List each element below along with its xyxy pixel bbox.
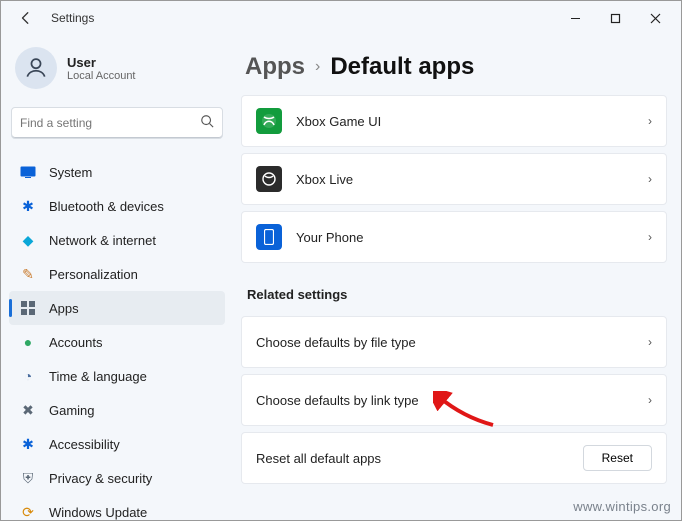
sidebar-item-gaming[interactable]: ✖ Gaming bbox=[9, 393, 225, 427]
app-row-xbox-live[interactable]: Xbox Live › bbox=[241, 153, 667, 205]
chevron-right-icon: › bbox=[648, 172, 652, 186]
minimize-button[interactable] bbox=[555, 4, 595, 32]
app-label: Xbox Live bbox=[296, 172, 648, 187]
sidebar-item-label: Network & internet bbox=[49, 233, 156, 248]
user-account-type: Local Account bbox=[67, 70, 136, 82]
sidebar-item-accounts[interactable]: ● Accounts bbox=[9, 325, 225, 359]
chevron-right-icon: › bbox=[648, 335, 652, 349]
page-title: Default apps bbox=[330, 53, 474, 81]
sidebar-item-bluetooth[interactable]: ✱ Bluetooth & devices bbox=[9, 189, 225, 223]
xbox-icon bbox=[256, 108, 282, 134]
sidebar-item-personalization[interactable]: ✎ Personalization bbox=[9, 257, 225, 291]
related-row-defaults-by-file-type[interactable]: Choose defaults by file type › bbox=[241, 316, 667, 368]
window-title: Settings bbox=[51, 11, 94, 25]
sidebar-item-network[interactable]: ◆ Network & internet bbox=[9, 223, 225, 257]
sidebar-item-system[interactable]: System bbox=[9, 155, 225, 189]
app-row-your-phone[interactable]: Your Phone › bbox=[241, 211, 667, 263]
sidebar-item-apps[interactable]: Apps bbox=[9, 291, 225, 325]
reset-button[interactable]: Reset bbox=[583, 445, 652, 471]
avatar bbox=[15, 47, 57, 89]
sidebar: User Local Account System ✱ Bluetooth & … bbox=[1, 35, 233, 520]
sidebar-item-label: Accessibility bbox=[49, 437, 120, 452]
sidebar-item-label: Privacy & security bbox=[49, 471, 152, 486]
sidebar-item-label: Time & language bbox=[49, 369, 147, 384]
personalization-icon: ✎ bbox=[19, 265, 37, 283]
chevron-right-icon: › bbox=[648, 114, 652, 128]
sidebar-item-privacy[interactable]: ⛨ Privacy & security bbox=[9, 461, 225, 495]
sidebar-item-update[interactable]: ⟳ Windows Update bbox=[9, 495, 225, 520]
accessibility-icon: ✱ bbox=[19, 435, 37, 453]
sidebar-item-label: Personalization bbox=[49, 267, 138, 282]
related-row-defaults-by-link-type[interactable]: Choose defaults by link type › bbox=[241, 374, 667, 426]
app-label: Your Phone bbox=[296, 230, 648, 245]
nav-list: System ✱ Bluetooth & devices ◆ Network &… bbox=[9, 155, 225, 520]
sidebar-item-label: Accounts bbox=[49, 335, 102, 350]
user-block[interactable]: User Local Account bbox=[9, 41, 225, 107]
time-icon: ◔ bbox=[19, 367, 37, 385]
network-icon: ◆ bbox=[19, 231, 37, 249]
system-icon bbox=[19, 163, 37, 181]
sidebar-item-label: Gaming bbox=[49, 403, 95, 418]
related-label: Choose defaults by file type bbox=[256, 335, 648, 350]
back-button[interactable] bbox=[15, 7, 37, 29]
search-box[interactable] bbox=[11, 107, 223, 139]
maximize-button[interactable] bbox=[595, 4, 635, 32]
chevron-right-icon: › bbox=[648, 230, 652, 244]
sidebar-item-label: Windows Update bbox=[49, 505, 147, 520]
sidebar-item-label: Bluetooth & devices bbox=[49, 199, 164, 214]
main-content: Apps › Default apps Xbox Game UI › Xbox … bbox=[233, 35, 681, 520]
xbox-live-icon bbox=[256, 166, 282, 192]
sidebar-item-accessibility[interactable]: ✱ Accessibility bbox=[9, 427, 225, 461]
privacy-icon: ⛨ bbox=[19, 469, 37, 487]
user-name: User bbox=[67, 55, 136, 70]
gaming-icon: ✖ bbox=[19, 401, 37, 419]
breadcrumb: Apps › Default apps bbox=[241, 53, 681, 81]
search-icon bbox=[200, 114, 214, 133]
reset-defaults-row: Reset all default apps Reset bbox=[241, 432, 667, 484]
related-settings-heading: Related settings bbox=[247, 287, 667, 302]
titlebar: Settings bbox=[1, 1, 681, 35]
breadcrumb-parent[interactable]: Apps bbox=[245, 53, 305, 81]
chevron-right-icon: › bbox=[315, 58, 320, 76]
reset-label: Reset all default apps bbox=[256, 451, 583, 466]
sidebar-item-label: Apps bbox=[49, 301, 79, 316]
search-input[interactable] bbox=[20, 116, 200, 130]
app-label: Xbox Game UI bbox=[296, 114, 648, 129]
watermark: www.wintips.org bbox=[573, 499, 671, 514]
sidebar-item-label: System bbox=[49, 165, 92, 180]
phone-icon bbox=[256, 224, 282, 250]
window-controls bbox=[555, 4, 675, 32]
chevron-right-icon: › bbox=[648, 393, 652, 407]
close-button[interactable] bbox=[635, 4, 675, 32]
related-label: Choose defaults by link type bbox=[256, 393, 648, 408]
app-row-xbox-game-ui[interactable]: Xbox Game UI › bbox=[241, 95, 667, 147]
bluetooth-icon: ✱ bbox=[19, 197, 37, 215]
apps-icon bbox=[19, 299, 37, 317]
update-icon: ⟳ bbox=[19, 503, 37, 520]
sidebar-item-time[interactable]: ◔ Time & language bbox=[9, 359, 225, 393]
accounts-icon: ● bbox=[19, 333, 37, 351]
